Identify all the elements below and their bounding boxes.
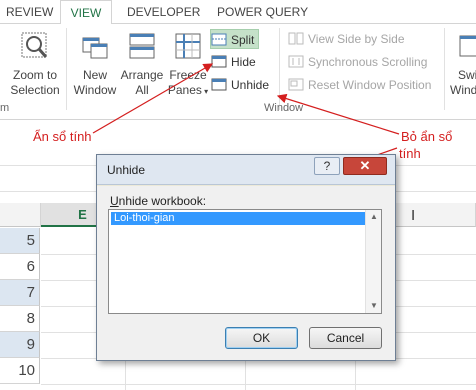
unhide-dialog: Unhide ? ✕ Unhide workbook: Loi-thoi-gia… bbox=[96, 154, 396, 361]
help-button[interactable]: ? bbox=[314, 157, 340, 175]
unhide-workbook-label: Unhide workbook: bbox=[110, 194, 206, 208]
dialog-body: Unhide workbook: Loi-thoi-gian ▲ ▼ OK Ca… bbox=[97, 186, 395, 360]
ok-button[interactable]: OK bbox=[225, 327, 298, 349]
scroll-up-arrow-icon[interactable]: ▲ bbox=[366, 210, 382, 224]
dialog-title-bar[interactable]: Unhide ? ✕ bbox=[97, 155, 395, 185]
dialog-title: Unhide bbox=[107, 163, 146, 177]
label-accelerator: U bbox=[110, 194, 119, 208]
close-button[interactable]: ✕ bbox=[343, 157, 387, 175]
arrow-to-unhide bbox=[276, 93, 400, 135]
cancel-button[interactable]: Cancel bbox=[309, 327, 382, 349]
list-item[interactable]: Loi-thoi-gian bbox=[111, 212, 365, 225]
arrow-to-hide bbox=[92, 63, 214, 134]
listbox-scrollbar[interactable]: ▲ ▼ bbox=[365, 210, 381, 313]
label-text: nhide workbook: bbox=[118, 194, 207, 208]
scroll-down-arrow-icon[interactable]: ▼ bbox=[366, 299, 382, 313]
workbook-listbox[interactable]: Loi-thoi-gian ▲ ▼ bbox=[108, 209, 382, 314]
